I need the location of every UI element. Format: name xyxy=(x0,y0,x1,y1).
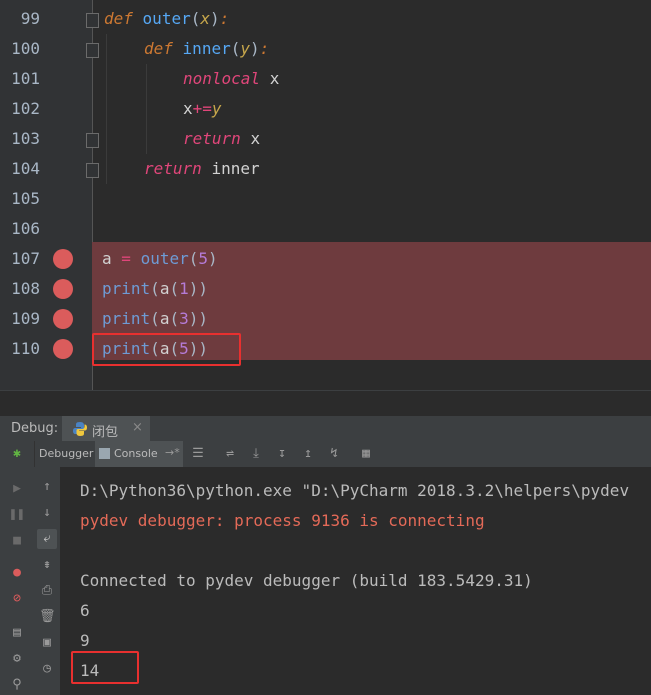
code-line[interactable]: 104 return inner xyxy=(0,154,651,184)
code-text: a = outer(5) xyxy=(102,249,218,268)
line-number: 100 xyxy=(11,39,40,58)
tab-debugger[interactable]: Debugger xyxy=(34,441,95,467)
tab-debugger-label: Debugger xyxy=(39,447,94,460)
line-number: 102 xyxy=(11,99,40,118)
console-line: 6 xyxy=(80,601,90,620)
line-number: 99 xyxy=(20,9,40,28)
line-number: 108 xyxy=(11,279,40,298)
code-text: return inner xyxy=(144,159,260,178)
resume-icon[interactable]: ▶ xyxy=(9,481,25,497)
code-line[interactable]: 109 print(a(3)) xyxy=(0,304,651,334)
highlight-box xyxy=(92,333,241,366)
code-line[interactable]: 107 a = outer(5) xyxy=(0,244,651,274)
fold-marker-icon[interactable] xyxy=(86,133,99,148)
print-icon[interactable]: ⎙ xyxy=(39,583,55,599)
fold-marker-icon[interactable] xyxy=(86,13,99,28)
mute-breakpoints-icon[interactable]: ⊘ xyxy=(9,591,25,607)
show-execution-point-icon[interactable]: ⇌ xyxy=(222,446,238,462)
code-text: def outer(x): xyxy=(104,9,230,28)
python-icon xyxy=(73,422,87,436)
console-line: D:\Python36\python.exe "D:\PyCharm 2018.… xyxy=(80,481,630,500)
window-icon[interactable]: ▣ xyxy=(39,635,55,651)
code-text: def inner(y): xyxy=(144,39,270,58)
code-line[interactable]: 108 print(a(1)) xyxy=(0,274,651,304)
editor-bottom-area xyxy=(0,390,651,416)
console-line: Connected to pydev debugger (build 183.5… xyxy=(80,571,533,590)
down-arrow-icon[interactable]: ↓ xyxy=(39,505,55,521)
tab-console-label: Console xyxy=(114,447,158,460)
step-out-icon[interactable]: ↥ xyxy=(300,446,316,462)
session-name: 闭包 xyxy=(92,425,119,440)
layout-icon[interactable]: ▤ xyxy=(9,625,25,641)
debug-toolbar: ✱ Debugger Console →* ☰ ⇌ ⤓ ↧ ↥ ↯ ▦ xyxy=(0,441,651,468)
pause-icon[interactable]: ❚❚ xyxy=(9,507,25,523)
code-text: print(a(1)) xyxy=(102,279,209,298)
line-number: 110 xyxy=(11,339,40,358)
run-to-cursor-icon[interactable]: ↯ xyxy=(326,446,342,462)
highlight-box xyxy=(71,651,139,684)
code-line[interactable]: 102 x+=y xyxy=(0,94,651,124)
view-breakpoints-icon[interactable]: ● xyxy=(9,565,25,581)
code-line[interactable]: 103 return x xyxy=(0,124,651,154)
code-editor[interactable]: 99 def outer(x): 100 def inner(y): 101 n… xyxy=(0,0,651,416)
breakpoint-icon[interactable] xyxy=(53,339,73,359)
code-text: print(a(3)) xyxy=(102,309,209,328)
console-line: pydev debugger: process 9136 is connecti… xyxy=(80,511,485,530)
evaluate-icon[interactable]: ▦ xyxy=(358,446,374,462)
line-number: 103 xyxy=(11,129,40,148)
debug-header: Debug: 闭包 × xyxy=(0,415,651,442)
console-line: 9 xyxy=(80,631,90,650)
code-text: x+=y xyxy=(183,99,222,118)
settings-icon[interactable]: ⚙ xyxy=(9,651,25,667)
step-into-icon[interactable]: ↧ xyxy=(274,446,290,462)
console-actions-strip: ↑ ↓ ⤶ ⇟ ⎙ 🗑 ▣ ◷ xyxy=(34,467,61,695)
code-line[interactable]: 101 nonlocal x xyxy=(0,64,651,94)
debug-label: Debug: xyxy=(11,421,59,436)
code-line[interactable]: 106 xyxy=(0,214,651,244)
debug-actions-strip: ▶ ❚❚ ■ ● ⊘ ▤ ⚙ ⚲ xyxy=(0,467,35,695)
close-icon[interactable]: × xyxy=(132,420,143,435)
breakpoint-icon[interactable] xyxy=(53,309,73,329)
code-text: return x xyxy=(183,129,261,148)
line-number: 106 xyxy=(11,219,40,238)
bug-icon[interactable]: ✱ xyxy=(9,446,25,462)
code-line[interactable]: 100 def inner(y): xyxy=(0,34,651,64)
step-over-icon[interactable]: ⤓ xyxy=(248,446,264,462)
stop-icon[interactable]: ■ xyxy=(9,533,25,549)
line-number: 105 xyxy=(11,189,40,208)
line-number: 107 xyxy=(11,249,40,268)
breakpoint-icon[interactable] xyxy=(53,279,73,299)
console-output[interactable]: D:\Python36\python.exe "D:\PyCharm 2018.… xyxy=(60,467,651,695)
code-text: nonlocal x xyxy=(183,69,280,88)
line-number: 109 xyxy=(11,309,40,328)
soft-wrap-icon[interactable]: ⤶ xyxy=(37,529,57,549)
line-number: 104 xyxy=(11,159,40,178)
fold-marker-icon[interactable] xyxy=(86,163,99,178)
line-number: 101 xyxy=(11,69,40,88)
history-icon[interactable]: ◷ xyxy=(39,661,55,677)
fold-marker-icon[interactable] xyxy=(86,43,99,58)
console-options-icon[interactable]: →* xyxy=(165,446,180,459)
tab-console[interactable]: Console →* xyxy=(95,441,183,467)
trash-icon[interactable]: 🗑 xyxy=(39,609,56,625)
code-line[interactable]: 105 xyxy=(0,184,651,214)
pin-icon[interactable]: ⚲ xyxy=(9,677,25,693)
breakpoint-icon[interactable] xyxy=(53,249,73,269)
console-icon xyxy=(99,448,110,459)
list-icon[interactable]: ☰ xyxy=(190,446,206,462)
code-line[interactable]: 99 def outer(x): xyxy=(0,4,651,34)
scroll-end-icon[interactable]: ⇟ xyxy=(39,557,55,573)
up-arrow-icon[interactable]: ↑ xyxy=(39,479,55,495)
session-tab[interactable]: 闭包 × xyxy=(62,416,150,442)
